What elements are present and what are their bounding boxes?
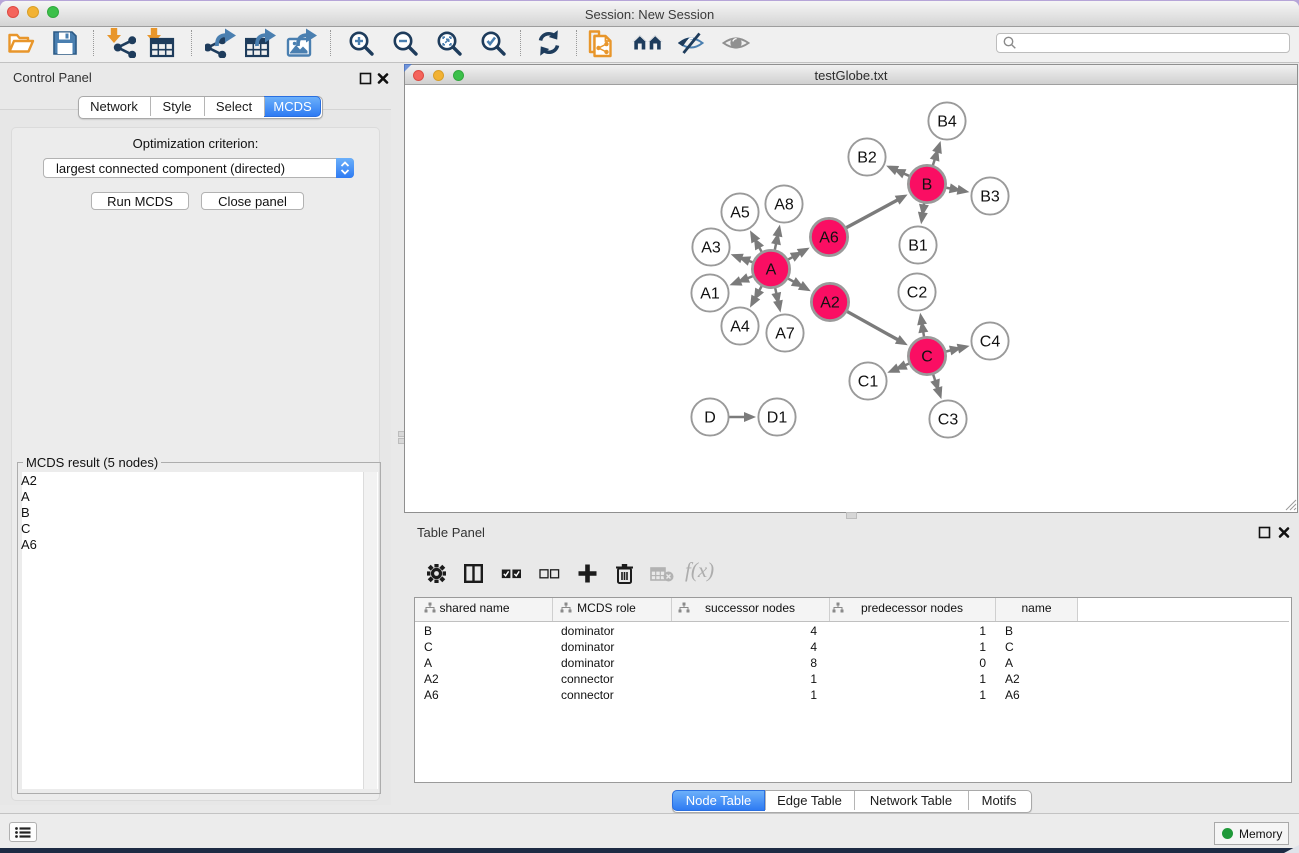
svg-text:B2: B2 [857,150,877,167]
svg-text:D1: D1 [767,410,788,427]
svg-text:A3: A3 [701,240,721,257]
svg-text:A1: A1 [700,286,720,303]
svg-text:C: C [921,349,933,366]
svg-text:A2: A2 [820,295,840,312]
svg-text:A5: A5 [730,205,750,222]
svg-text:B: B [922,177,933,194]
svg-text:A8: A8 [774,197,794,214]
svg-text:C1: C1 [858,374,879,391]
svg-text:C4: C4 [980,334,1001,351]
svg-text:A7: A7 [775,326,795,343]
svg-text:B4: B4 [937,114,957,131]
svg-text:A4: A4 [730,319,750,336]
svg-text:D: D [704,410,716,427]
svg-text:A: A [766,262,777,279]
svg-text:C3: C3 [938,412,959,429]
svg-text:B3: B3 [980,189,1000,206]
svg-text:A6: A6 [819,230,839,247]
svg-text:B1: B1 [908,238,928,255]
svg-text:C2: C2 [907,285,928,302]
